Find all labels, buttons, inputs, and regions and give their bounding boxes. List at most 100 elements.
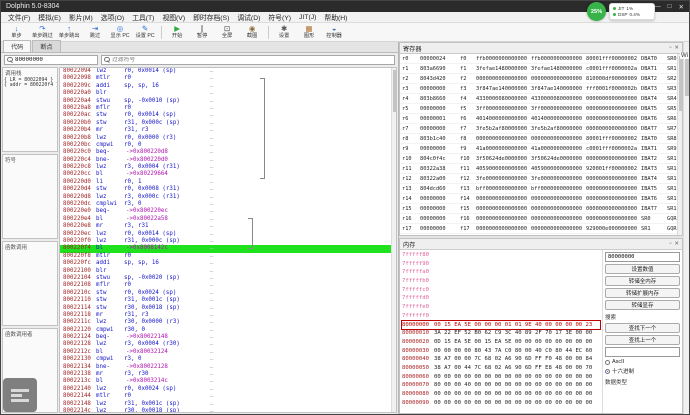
branch-target[interactable]: ->0x80022148 [126, 334, 168, 341]
disassembly-row[interactable]: 80022128lwzr3, 0x0004 (r30)… [60, 341, 396, 348]
disassembly-row[interactable]: 800220a4stwusp, -0x0010 (sp)… [60, 98, 396, 105]
branch-target[interactable]: ->0x800220d8 [126, 149, 168, 156]
minimize-button[interactable]: — [654, 3, 661, 11]
dump-exram-button[interactable]: 转储扩展内存 [605, 288, 680, 298]
scrollbar-thumb[interactable] [685, 56, 689, 96]
register-row[interactable]: r600000001f64014000000000000401400000000… [400, 114, 682, 124]
dock-scrollbar[interactable] [683, 42, 689, 414]
disassembly-row[interactable]: 800220f4bl->0x8008142c… [60, 245, 396, 252]
tab-code[interactable]: 代码 [3, 40, 31, 52]
memory-row[interactable]: 8000006000 00 00 00 00 00 00 00 00 00 00… [402, 373, 600, 382]
disassembly-row[interactable]: 8002209caddisp, sp, 16… [60, 83, 396, 90]
memory-row[interactable]: 7fffffb0 [402, 277, 600, 286]
toolbar-button-pause[interactable]: ∥暂停 [190, 23, 215, 41]
disassembly-row[interactable]: 80022124beq-->0x80022148… [60, 334, 396, 341]
callstack-item[interactable]: { addr = 800220f4 } [3, 83, 57, 88]
disassembly-row[interactable]: 800220a8mflrr0… [60, 105, 396, 112]
disassembly-row[interactable]: 800220a0blr… [60, 90, 396, 97]
register-row[interactable]: r1803a6690f13fefae14800000003fefae148000… [400, 64, 682, 74]
hex-format-option[interactable]: 十六进制 [605, 367, 680, 375]
disassembly-row[interactable]: 8002212cbl->0x80032124… [60, 349, 396, 356]
memory-row[interactable]: 8000008000 00 00 00 00 00 00 00 00 00 00… [402, 390, 600, 399]
menu-item[interactable]: 模拟(E) [34, 12, 65, 22]
register-row[interactable]: r1500000000f1500000000000000000000000000… [400, 204, 682, 214]
register-row[interactable]: r500000000f53ff00000000000003ff000000000… [400, 104, 682, 114]
memory-row[interactable]: 7fffffe0 [402, 303, 600, 312]
menu-item[interactable]: 视图(V) [158, 12, 189, 22]
disassembly-row[interactable]: 800220b4mrr31, r3… [60, 127, 396, 134]
toolbar-button-config[interactable]: ✱设置 [272, 23, 297, 41]
disassembly-row[interactable]: 800220eclwzr0, 0x0014 (sp)… [60, 231, 396, 238]
disassembly-row[interactable]: 80022140lwzr0, 0x0024 (sp)… [60, 386, 396, 393]
disassembly-row[interactable]: 80022130cmpwir3, 0… [60, 356, 396, 363]
disassembly-row[interactable]: 800220c0beq-->0x800220d8… [60, 149, 396, 156]
scrollbar-thumb[interactable] [679, 56, 683, 111]
registers-table[interactable]: r000000024f0ffb0000000000000ffb000000000… [400, 54, 682, 235]
maximize-button[interactable]: □ [668, 3, 672, 11]
toolbar-button-controllers[interactable]: ◒控制器 [322, 23, 347, 41]
disassembly-row[interactable]: 8002213cbl->0x8003214c… [60, 378, 396, 385]
disassembly-row[interactable]: 800220fcaddisp, sp, 16… [60, 260, 396, 267]
disassembly-row[interactable]: 80022148lwzr31, 0x001c (sp)… [60, 401, 396, 408]
memory-row[interactable]: 8000007080 00 00 40 00 00 00 00 00 00 00… [402, 381, 600, 390]
symbol-filter-input[interactable] [112, 57, 392, 63]
disassembly-row[interactable]: 80022118mrr31, r3… [60, 312, 396, 319]
memory-row[interactable]: 7fffffd0 [402, 294, 600, 303]
register-row[interactable]: r1400000000f1400000000000000000000000000… [400, 194, 682, 204]
disassembly-row[interactable]: 80022098mtlrr0… [60, 75, 396, 82]
disassembly-row[interactable]: 800220d0lir0, 1… [60, 179, 396, 186]
toolbar-button-play[interactable]: ▶开始 [165, 23, 190, 41]
ascii-format-option[interactable]: AscII [605, 359, 680, 365]
menu-item[interactable]: 即时存档(S) [189, 12, 233, 22]
menu-item[interactable]: JIT(J) [295, 14, 320, 21]
disassembly-row[interactable]: 800220c8lwzr3, 0x0004 (r31)… [60, 164, 396, 171]
branch-target[interactable]: ->0x80229664 [126, 171, 168, 178]
memory-row[interactable]: 7fffff90 [402, 260, 600, 269]
menu-item[interactable]: 帮助(H) [320, 12, 351, 22]
branch-target[interactable]: ->0x80032124 [126, 349, 168, 356]
branch-target[interactable]: ->0x800220ec [126, 208, 168, 215]
disassembly-row[interactable]: 80022110stwr31, 0x001c (sp)… [60, 297, 396, 304]
disassembly-row[interactable]: 800220e4bl->0x80022a58… [60, 216, 396, 223]
branch-target[interactable]: ->0x8003214c [126, 378, 168, 385]
registers-scrollbar[interactable] [677, 54, 682, 235]
disassembly-row[interactable]: 800220d8lwzr3, 0x000c (r31)… [60, 194, 396, 201]
disassembly-row[interactable]: 8002211clwzr30, 0x0000 (r3)… [60, 319, 396, 326]
toolbar-button-skip[interactable]: ⇥跳过 [83, 23, 108, 41]
memory-row[interactable]: 8000005038 A7 00 44 7C 68 02 A6 90 6D FF… [402, 364, 600, 373]
disassembly-row[interactable]: 80022108mflrr0… [60, 282, 396, 289]
menu-item[interactable]: 文件(F) [4, 12, 34, 22]
disassembly-row[interactable]: 800220bccmpwir0, 0… [60, 142, 396, 149]
register-row[interactable]: r28043d420f20000000000000000000000000000… [400, 74, 682, 84]
close-button[interactable]: ✕ [679, 3, 684, 11]
toolbar-button-step-out[interactable]: ↑单步跳出 [56, 23, 83, 41]
register-row[interactable]: r8803b1c40f80000000000000000000000000000… [400, 134, 682, 144]
disassembly-row[interactable]: 800220b0stwr31, 0x000c (sp)… [60, 120, 396, 127]
disassembly-scrollbar[interactable] [391, 68, 396, 412]
disassembly-row[interactable]: 80022104stwusp, -0x0020 (sp)… [60, 275, 396, 282]
disassembly-row[interactable]: 800220e0beq-->0x800220ec… [60, 208, 396, 215]
disassembly-row[interactable]: 8002214clwzr30, 0x0018 (sp)… [60, 408, 396, 413]
toolbar-button-screenshot[interactable]: ◉截图 [240, 23, 265, 41]
memory-row[interactable]: 7fffffc0 [402, 286, 600, 295]
memory-address-input[interactable] [605, 252, 680, 262]
disassembly-row[interactable]: 80022120cmpwir30, 0… [60, 327, 396, 334]
dump-mram-button[interactable]: 转储全内存 [605, 276, 680, 286]
register-row[interactable]: r000000024f0ffb0000000000000ffb000000000… [400, 54, 682, 64]
float-panel-icon[interactable]: ▫ [669, 241, 671, 247]
close-panel-icon[interactable]: ✕ [674, 45, 679, 51]
float-panel-icon[interactable]: ▫ [669, 45, 671, 51]
disassembly-row[interactable]: 800220f0lwzr31, 0x000c (sp)… [60, 238, 396, 245]
disassembly-row[interactable]: 800220c4bne-->0x800220d0… [60, 157, 396, 164]
disassembly-row[interactable]: 800220f8mtlrr0… [60, 253, 396, 260]
disassembly-row[interactable]: 800220d4stwr0, 0x0008 (r31)… [60, 186, 396, 193]
register-row[interactable]: r13804dcd60f13bff0000000000000bff0000000… [400, 184, 682, 194]
branch-target[interactable]: ->0x8008142c [126, 245, 168, 252]
register-row[interactable]: r4803b8660f44330000080000000433000008000… [400, 94, 682, 104]
memory-row[interactable]: 800000103A 22 EF 52 B0 62 C9 3C 40 89 2F… [402, 329, 600, 338]
toolbar-button-fullscreen[interactable]: ⊡全屏 [215, 23, 240, 41]
disassembly-row[interactable]: 80022138mrr3, r30… [60, 371, 396, 378]
branch-target[interactable]: ->0x800220d0 [126, 157, 168, 164]
register-row[interactable]: r10804c0f4cf103f50624de00000003f50624de0… [400, 154, 682, 164]
memory-hex-view[interactable]: 7fffff807fffff907fffffa07fffffb07fffffc0… [400, 250, 602, 413]
